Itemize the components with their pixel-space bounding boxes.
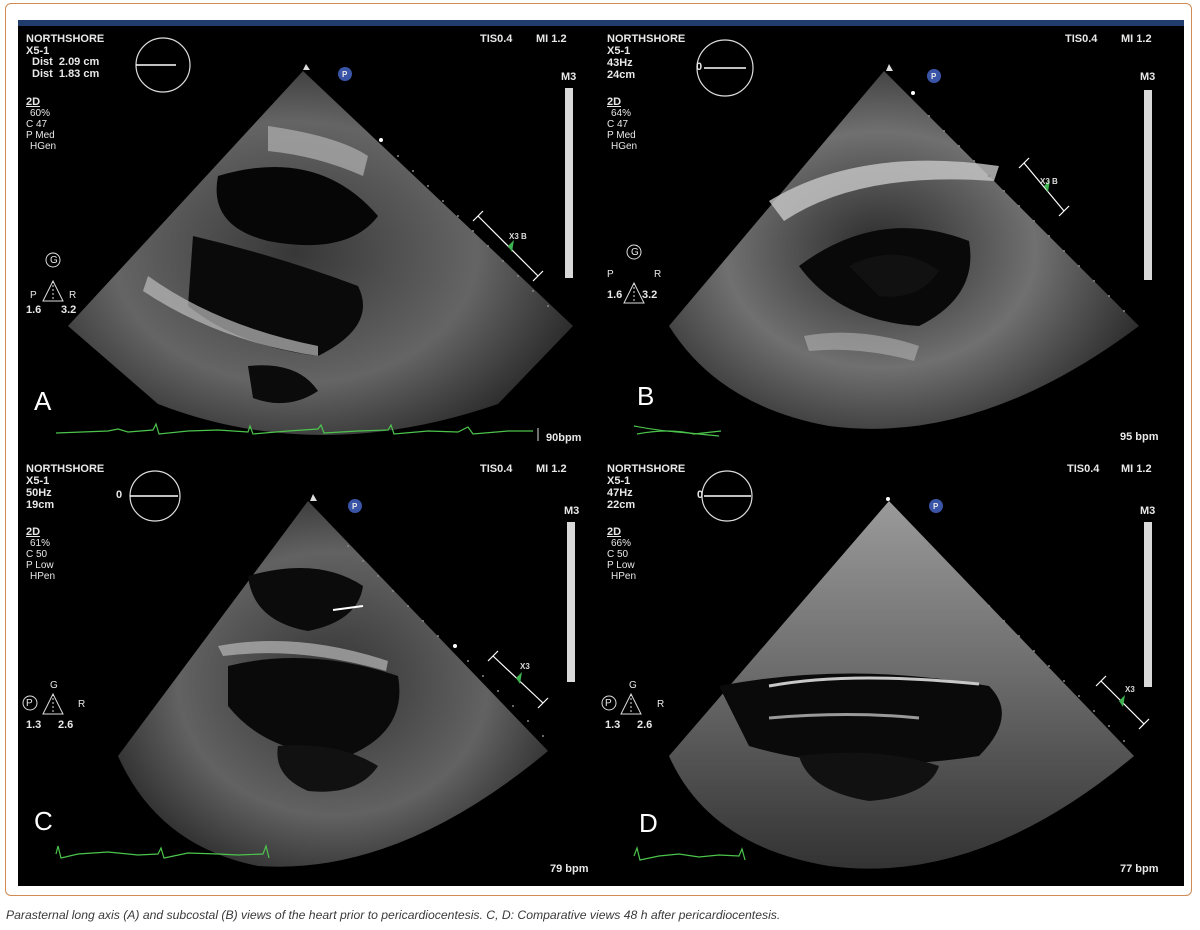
- g-right-value: 3.2: [642, 289, 658, 301]
- gain-label: 66%: [611, 538, 632, 549]
- panel-letter: C: [34, 806, 53, 836]
- site-label: NORTHSHORE: [26, 33, 105, 45]
- p-label: P: [605, 698, 612, 709]
- gain-label: 64%: [611, 108, 632, 119]
- compression-label: C 47: [607, 119, 629, 130]
- angle-label: 0: [697, 489, 704, 501]
- distance-2: Dist 1.83 cm: [32, 68, 100, 80]
- g-left-value: 1.3: [605, 719, 621, 731]
- power-label: P Med: [607, 130, 636, 141]
- colormap-label: M3: [1140, 71, 1156, 83]
- depth-label: 24cm: [607, 69, 636, 81]
- mode-label: 2D: [26, 526, 41, 538]
- mi-label: MI 1.2: [536, 463, 567, 475]
- frame-rate: 43Hz: [607, 57, 633, 69]
- power-label: P Low: [26, 560, 54, 571]
- distance-1: Dist 2.09 cm: [32, 56, 100, 68]
- g-right-value: 2.6: [637, 719, 653, 731]
- r-label: R: [657, 699, 665, 710]
- depth-marker-label: X3: [520, 662, 530, 671]
- panel-b: NORTHSHORE X5-1 43Hz 24cm 0 2D 64% C 47 …: [599, 26, 1184, 456]
- g-label: G: [50, 680, 58, 691]
- harmonic-label: HGen: [611, 141, 638, 152]
- g-left-value: 1.6: [607, 289, 623, 301]
- g-left-value: 1.6: [26, 304, 42, 316]
- compression-label: C 50: [607, 549, 629, 560]
- figure-caption: Parasternal long axis (A) and subcostal …: [6, 908, 781, 922]
- panel-a: NORTHSHORE X5-1 Dist 2.09 cm Dist 1.83 c…: [18, 26, 599, 456]
- echo-image-b: [623, 39, 1152, 437]
- g-label: G: [50, 255, 58, 266]
- panel-letter: A: [34, 386, 52, 416]
- p-label: P: [607, 269, 614, 280]
- frame-rate: 47Hz: [607, 487, 633, 499]
- tis-label: TIS0.4: [480, 463, 513, 475]
- mi-label: MI 1.2: [1121, 463, 1152, 475]
- heart-rate: 79 bpm: [550, 863, 589, 875]
- panel-d: NORTHSHORE X5-1 47Hz 22cm 0 2D 66% C 50 …: [599, 456, 1184, 886]
- heart-rate: 90bpm: [546, 432, 582, 444]
- g-label: G: [631, 247, 639, 258]
- tis-label: TIS0.4: [1065, 33, 1098, 45]
- probe-badge: P: [352, 502, 358, 511]
- gain-label: 61%: [30, 538, 51, 549]
- frame-rate: 50Hz: [26, 487, 52, 499]
- g-right-value: 2.6: [58, 719, 74, 731]
- power-label: P Low: [607, 560, 635, 571]
- angle-label: 0: [696, 61, 703, 73]
- depth-marker-label: X3 B: [509, 232, 527, 241]
- probe-label: X5-1: [26, 475, 50, 487]
- mode-label: 2D: [607, 96, 622, 108]
- tis-label: TIS0.4: [1067, 463, 1100, 475]
- panel-c: NORTHSHORE X5-1 50Hz 19cm 0 2D 61% C 50 …: [18, 456, 599, 886]
- harmonic-label: HPen: [30, 571, 56, 582]
- mode-label: 2D: [607, 526, 622, 538]
- heart-rate: 77 bpm: [1120, 863, 1159, 875]
- site-label: NORTHSHORE: [607, 33, 686, 45]
- probe-badge: P: [933, 502, 939, 511]
- heart-rate: 95 bpm: [1120, 431, 1159, 443]
- colormap-label: M3: [1140, 505, 1156, 517]
- compression-label: C 50: [26, 549, 48, 560]
- tis-label: TIS0.4: [480, 33, 513, 45]
- probe-label: X5-1: [607, 475, 631, 487]
- g-left-value: 1.3: [26, 719, 42, 731]
- compression-label: C 47: [26, 119, 48, 130]
- r-label: R: [654, 269, 662, 280]
- power-label: P Med: [26, 130, 55, 141]
- panel-letter: D: [639, 808, 658, 838]
- mode-label: 2D: [26, 96, 41, 108]
- harmonic-label: HGen: [30, 141, 57, 152]
- r-label: R: [78, 699, 86, 710]
- g-right-value: 3.2: [61, 304, 77, 316]
- echo-image-d: [601, 470, 1152, 869]
- site-label: NORTHSHORE: [607, 463, 686, 475]
- angle-label: 0: [116, 489, 123, 501]
- probe-badge: P: [931, 72, 937, 81]
- colormap-label: M3: [564, 505, 580, 517]
- probe-label: X5-1: [607, 45, 631, 57]
- colormap-label: M3: [561, 71, 577, 83]
- panel-letter: B: [637, 381, 655, 411]
- echo-image-c: [22, 470, 575, 867]
- mi-label: MI 1.2: [1121, 33, 1152, 45]
- mi-label: MI 1.2: [536, 33, 567, 45]
- site-label: NORTHSHORE: [26, 463, 105, 475]
- r-label: R: [69, 290, 77, 301]
- p-label: P: [26, 698, 33, 709]
- probe-badge: P: [342, 70, 348, 79]
- p-label: P: [30, 290, 37, 301]
- depth-marker-label: X3 B: [1040, 177, 1058, 186]
- depth-marker-label: X3: [1125, 685, 1135, 694]
- depth-label: 22cm: [607, 499, 636, 511]
- gain-label: 60%: [30, 108, 51, 119]
- g-label: G: [629, 680, 637, 691]
- depth-label: 19cm: [26, 499, 55, 511]
- harmonic-label: HPen: [611, 571, 637, 582]
